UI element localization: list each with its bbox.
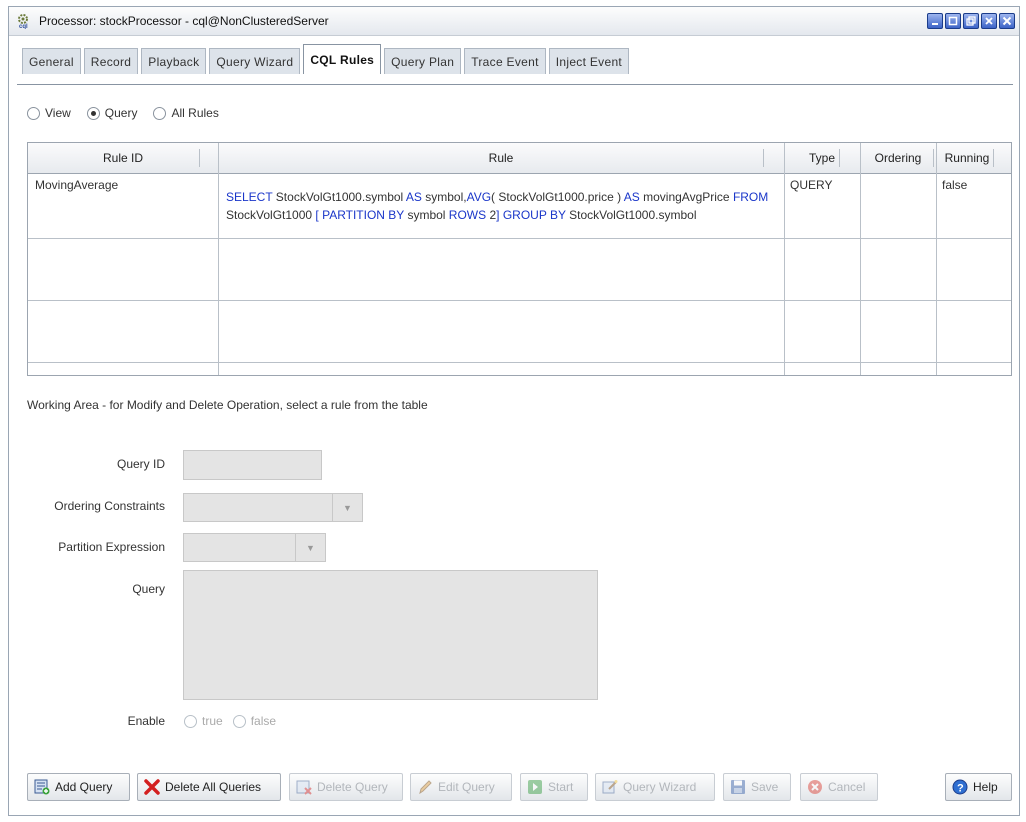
tab-playback[interactable]: Playback: [141, 48, 207, 74]
play-icon: [527, 779, 543, 795]
enable-false-radio[interactable]: false: [232, 714, 277, 728]
delete-all-queries-label: Delete All Queries: [165, 780, 262, 794]
header-rule-id[interactable]: Rule ID: [28, 143, 218, 173]
maximize-icon[interactable]: [945, 13, 961, 29]
enable-radio-group: true false: [184, 714, 286, 728]
cancel-icon: [807, 779, 823, 795]
rules-table: Rule ID Rule Type Ordering Running Movin…: [27, 142, 1012, 376]
query-wizard-label: Query Wizard: [623, 780, 697, 794]
radio-all-rules[interactable]: All Rules: [153, 106, 219, 120]
cell-type: QUERY: [790, 178, 833, 192]
cancel-label: Cancel: [828, 780, 866, 794]
cell-rule-id: MovingAverage: [35, 178, 119, 192]
header-ordering[interactable]: Ordering: [860, 143, 936, 173]
query-id-label: Query ID: [116, 457, 165, 471]
ordering-constraints-label: Ordering Constraints: [54, 499, 165, 513]
floppy-disk-icon: [730, 779, 746, 795]
enable-true-label: true: [202, 714, 223, 728]
radio-query-button[interactable]: [86, 106, 100, 120]
close-icon[interactable]: [999, 13, 1015, 29]
svg-text:cql: cql: [19, 24, 28, 29]
partition-expression-label: Partition Expression: [58, 540, 165, 554]
tab-trace-event[interactable]: Trace Event: [464, 48, 546, 74]
tab-record[interactable]: Record: [83, 48, 139, 74]
radio-query-label: Query: [104, 106, 138, 120]
help-button[interactable]: ? Help: [945, 773, 1012, 801]
title-bar: cql Processor: stockProcessor - cql@NonC…: [9, 7, 1019, 36]
partition-expression-dropdown[interactable]: ▼: [183, 533, 326, 562]
minimize-icon[interactable]: [927, 13, 943, 29]
enable-false-label: false: [250, 714, 277, 728]
chevron-down-icon: ▼: [295, 534, 325, 561]
add-query-button[interactable]: Add Query: [27, 773, 130, 801]
red-x-icon: [144, 779, 160, 795]
tab-cql-rules[interactable]: CQL Rules: [303, 44, 382, 74]
delete-query-button[interactable]: Delete Query: [289, 773, 403, 801]
add-query-label: Add Query: [55, 780, 113, 794]
chevron-down-icon: ▼: [332, 494, 362, 521]
edit-query-button[interactable]: Edit Query: [410, 773, 512, 801]
window-title: Processor: stockProcessor - cql@NonClust…: [39, 14, 329, 28]
radio-view[interactable]: View: [27, 106, 71, 120]
query-textarea[interactable]: [183, 570, 598, 700]
add-query-icon: [34, 779, 50, 795]
save-label: Save: [751, 780, 779, 794]
start-label: Start: [548, 780, 574, 794]
rule-line-1: SELECT StockVolGt1000.symbol AS symbol,A…: [226, 190, 769, 204]
radio-all-rules-label: All Rules: [171, 106, 219, 120]
cell-running: false: [942, 178, 968, 192]
help-icon: ?: [952, 779, 968, 795]
tab-query-plan[interactable]: Query Plan: [384, 48, 462, 74]
header-running[interactable]: Running: [936, 143, 998, 173]
pencil-icon: [417, 779, 433, 795]
radio-view-button[interactable]: [27, 106, 40, 120]
radio-view-label: View: [45, 106, 71, 120]
rule-filter: View Query All Rules: [27, 106, 229, 120]
query-id-input[interactable]: [183, 450, 322, 480]
svg-text:?: ?: [957, 783, 964, 795]
edit-query-label: Edit Query: [438, 780, 495, 794]
working-area-label: Working Area - for Modify and Delete Ope…: [27, 398, 428, 412]
header-rule[interactable]: Rule: [218, 143, 784, 173]
cql-gear-icon: cql: [17, 13, 33, 30]
delete-query-label: Delete Query: [317, 780, 388, 794]
delete-all-queries-button[interactable]: Delete All Queries: [137, 773, 281, 801]
rule-line-2: StockVolGt1000 [ PARTITION BY symbol ROW…: [226, 208, 697, 222]
header-type[interactable]: Type: [784, 143, 860, 173]
tab-query-wizard[interactable]: Query Wizard: [209, 48, 301, 74]
table-row[interactable]: [28, 301, 1011, 362]
tab-general[interactable]: General: [22, 48, 81, 74]
table-header: Rule ID Rule Type Ordering Running: [28, 143, 1011, 174]
enable-true-radio[interactable]: true: [184, 714, 223, 728]
ordering-constraints-dropdown[interactable]: ▼: [183, 493, 363, 522]
radio-query[interactable]: Query: [86, 106, 138, 120]
save-button[interactable]: Save: [723, 773, 791, 801]
tab-bar: General Record Playback Query Wizard CQL…: [22, 44, 632, 74]
wizard-icon: [602, 779, 618, 795]
radio-all-rules-button[interactable]: [153, 106, 167, 120]
start-button[interactable]: Start: [520, 773, 588, 801]
cancel-button[interactable]: Cancel: [800, 773, 878, 801]
close-tab-icon[interactable]: [981, 13, 997, 29]
restore-icon[interactable]: [963, 13, 979, 29]
delete-query-icon: [296, 779, 312, 795]
tab-inject-event[interactable]: Inject Event: [548, 48, 630, 74]
enable-label: Enable: [127, 714, 165, 728]
help-label: Help: [973, 780, 998, 794]
query-label: Query: [132, 582, 165, 596]
table-row[interactable]: [28, 239, 1011, 300]
query-wizard-button[interactable]: Query Wizard: [595, 773, 715, 801]
cell-rule: SELECT StockVolGt1000.symbol AS symbol,A…: [226, 188, 782, 224]
